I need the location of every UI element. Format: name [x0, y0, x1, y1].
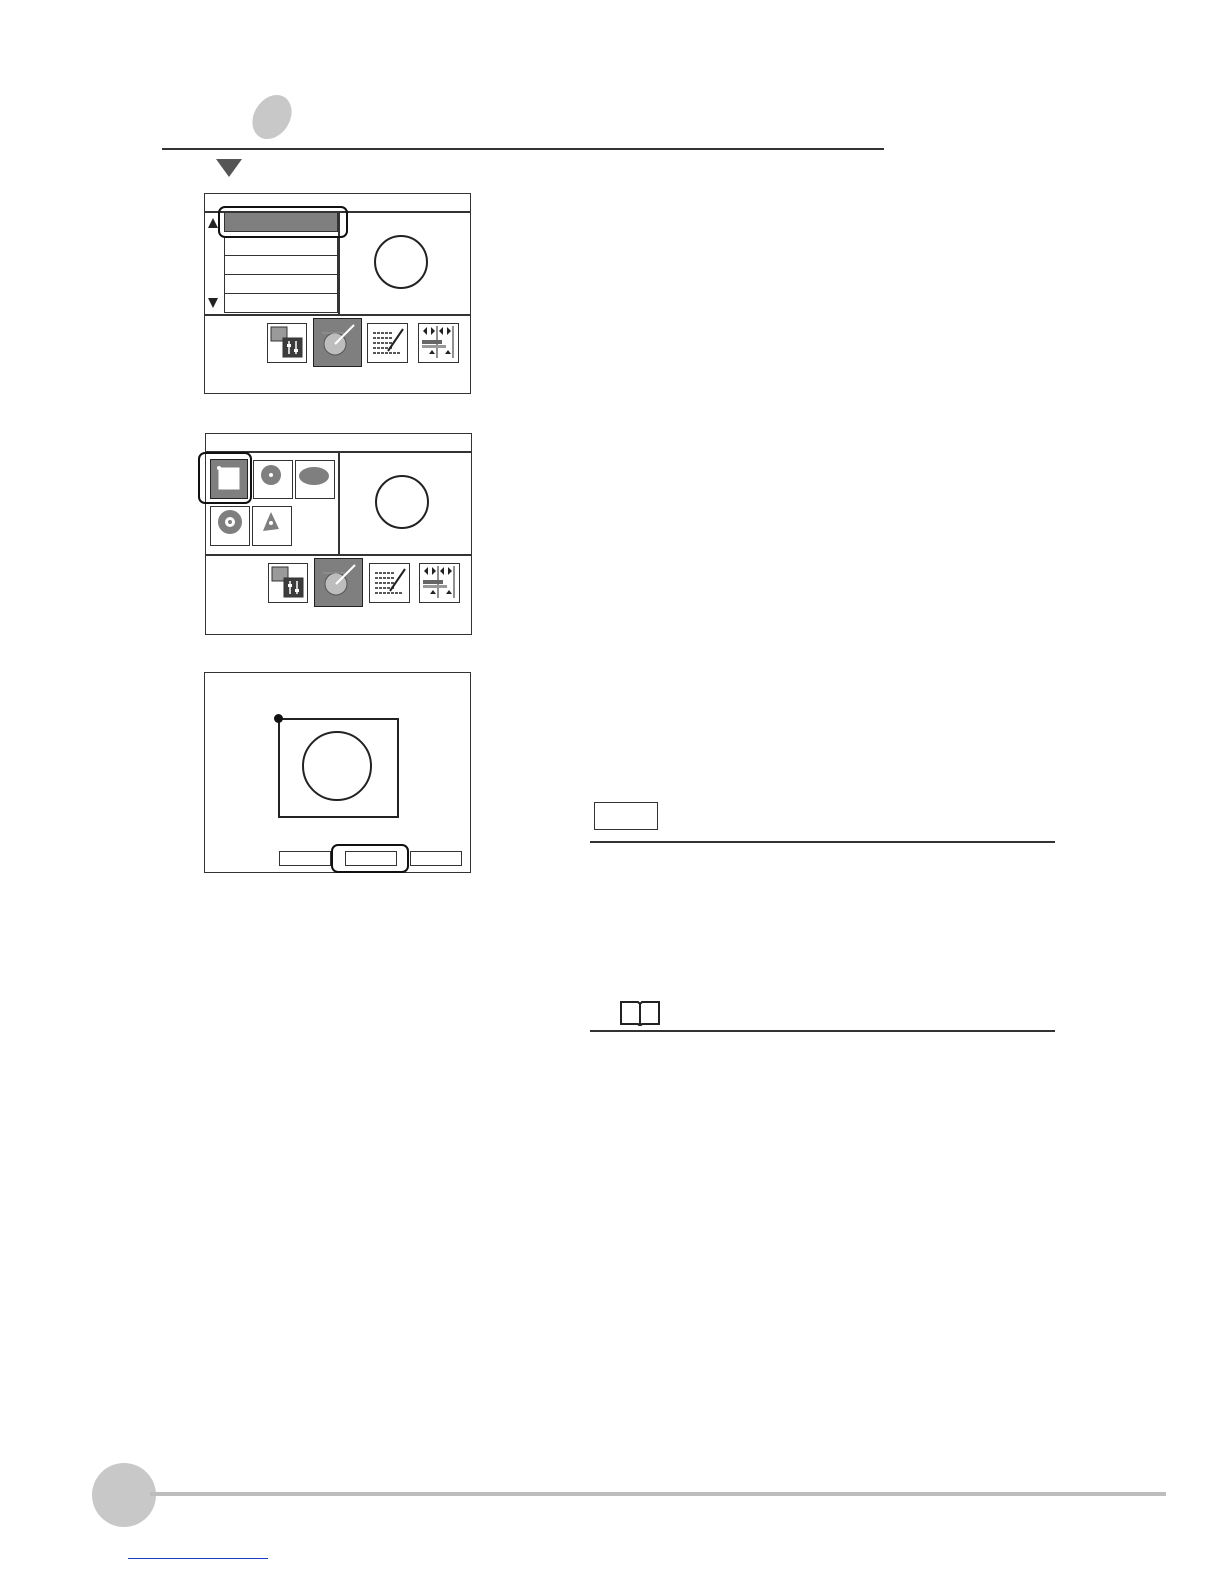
- region-edit-icon[interactable]: [314, 558, 363, 607]
- screen3-window: [204, 672, 471, 873]
- camera-settings-icon[interactable]: [268, 563, 308, 603]
- scroll-down-icon[interactable]: [208, 298, 218, 308]
- header-rule: [162, 148, 884, 150]
- page-number-badge-icon: [92, 1463, 156, 1527]
- screen2-toolbar-rule: [206, 554, 471, 556]
- footer-link[interactable]: [128, 1554, 268, 1559]
- screen2-shape-divider: [338, 452, 340, 554]
- polygon-shape-icon[interactable]: [252, 506, 292, 546]
- screen1-toolbar-rule: [205, 314, 470, 316]
- list-edit-icon[interactable]: [367, 323, 408, 363]
- left-button[interactable]: [279, 851, 331, 866]
- ellipse-shape-icon[interactable]: [295, 460, 335, 499]
- shape-selection-highlight: [198, 452, 252, 504]
- important-label-box: [594, 802, 658, 830]
- list-item[interactable]: [224, 236, 338, 256]
- book-icon: [620, 1001, 660, 1026]
- screen2-window: [198, 433, 472, 635]
- important-rule: [590, 841, 1055, 843]
- list-item[interactable]: [224, 293, 338, 313]
- target-circle: [302, 731, 372, 801]
- preview-circle: [374, 235, 428, 289]
- section-badge-icon: [248, 95, 296, 139]
- triangle-down-icon: [216, 159, 242, 177]
- preview-circle: [375, 475, 429, 529]
- reference-rule: [590, 1030, 1055, 1032]
- threshold-icon[interactable]: [418, 323, 459, 363]
- region-corner-handle[interactable]: [274, 714, 283, 723]
- threshold-icon[interactable]: [419, 563, 460, 603]
- camera-settings-icon[interactable]: [267, 323, 307, 363]
- screen1-window: [204, 193, 471, 394]
- list-item[interactable]: [224, 255, 338, 275]
- list-edit-icon[interactable]: [369, 563, 410, 603]
- region-edit-icon[interactable]: [313, 318, 362, 367]
- button-selection-highlight: [331, 844, 409, 873]
- ring-shape-icon[interactable]: [210, 506, 250, 546]
- selection-highlight: [218, 206, 348, 238]
- list-item[interactable]: [224, 274, 338, 294]
- right-button[interactable]: [410, 851, 462, 866]
- scroll-up-icon[interactable]: [208, 218, 218, 228]
- footer-rule: [150, 1492, 1166, 1496]
- circle-shape-icon[interactable]: [253, 460, 293, 499]
